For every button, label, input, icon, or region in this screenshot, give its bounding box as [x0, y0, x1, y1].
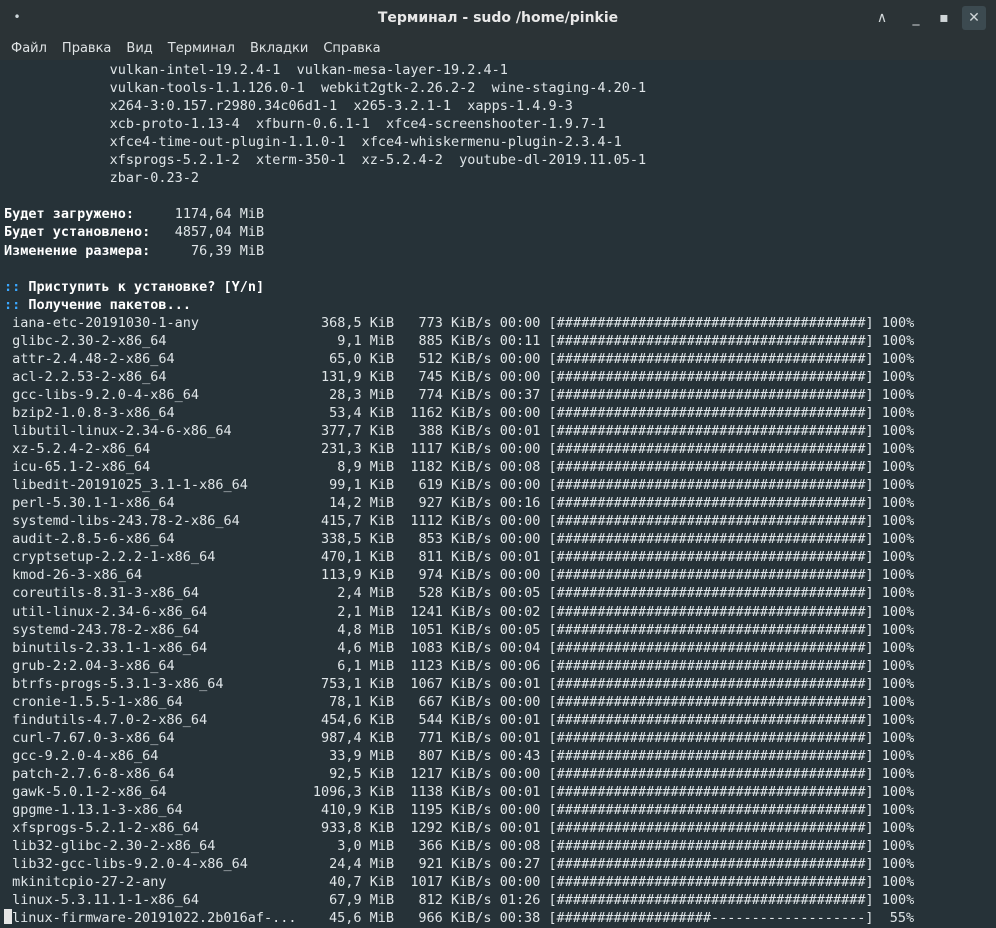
package-list-line: vulkan-intel-19.2.4-1 vulkan-mesa-layer-…: [4, 62, 508, 78]
menu-item-2[interactable]: Вид: [126, 41, 152, 56]
package-list-line: vulkan-tools-1.1.126.0-1 webkit2gtk-2.26…: [4, 80, 647, 97]
package-list-line: xcb-proto-1.13-4 xfburn-0.6.1-1 xfce4-sc…: [4, 116, 606, 133]
download-row: libedit-20191025_3.1-1-x86_64 99,1 KiB 6…: [4, 477, 915, 494]
download-row: gcc-9.2.0-4-x86_64 33,9 MiB 807 KiB/s 00…: [4, 747, 915, 764]
download-row: grub-2:2.04-3-x86_64 6,1 MiB 1123 KiB/s …: [4, 657, 915, 674]
download-row: gawk-5.0.1-2-x86_64 1096,3 KiB 1138 KiB/…: [4, 784, 915, 800]
download-row: attr-2.4.48-2-x86_64 65,0 KiB 512 KiB/s …: [4, 350, 915, 367]
download-row: perl-5.30.1-1-x86_64 14,2 MiB 927 KiB/s …: [4, 495, 915, 512]
download-row: kmod-26-3-x86_64 113,9 KiB 974 KiB/s 00:…: [4, 567, 915, 584]
download-row: curl-7.67.0-3-x86_64 987,4 KiB 771 KiB/s…: [4, 729, 915, 746]
download-row: util-linux-2.34-6-x86_64 2,1 MiB 1241 Ki…: [4, 603, 915, 620]
package-list-line: xfce4-time-out-plugin-1.1.0-1 xfce4-whis…: [4, 134, 622, 151]
prompt-line: :: Приступить к установке? [Y/n]: [4, 278, 265, 295]
download-row: lib32-glibc-2.30-2-x86_64 3,0 MiB 366 Ki…: [4, 838, 915, 855]
download-row: xz-5.2.4-2-x86_64 231,3 KiB 1117 KiB/s 0…: [4, 441, 915, 458]
download-row: cronie-1.5.5-1-x86_64 78,1 KiB 667 KiB/s…: [4, 693, 915, 710]
cursor: [4, 909, 12, 925]
maximize-button[interactable]: ▪: [932, 6, 956, 30]
download-row: audit-2.8.5-6-x86_64 338,5 KiB 853 KiB/s…: [4, 531, 915, 548]
download-row: libutil-linux-2.34-6-x86_64 377,7 KiB 38…: [4, 423, 915, 439]
package-list-line: zbar-0.23-2: [4, 170, 200, 187]
download-row: linux-firmware-20191022.2b016af-... 45,6…: [4, 909, 914, 927]
window-title: Терминал - sudo /home/pinkie: [377, 10, 619, 26]
terminal-window: • Терминал - sudo /home/pinkie ∧ _ ▪ ✕ Ф…: [0, 0, 996, 928]
menu-item-4[interactable]: Вкладки: [250, 41, 308, 56]
download-row: cryptsetup-2.2.2-1-x86_64 470,1 KiB 811 …: [4, 549, 915, 566]
menu-item-1[interactable]: Правка: [62, 41, 111, 56]
download-row: gcc-libs-9.2.0-4-x86_64 28,3 MiB 774 KiB…: [4, 386, 915, 403]
shade-button[interactable]: ∧: [870, 6, 894, 30]
package-list-line: x264-3:0.157.r2980.34c06d1-1 x265-3.2.1-…: [4, 98, 573, 115]
terminal-output[interactable]: vulkan-intel-19.2.4-1 vulkan-mesa-layer-…: [0, 61, 996, 928]
package-list-line: xfsprogs-5.2.1-2 xterm-350-1 xz-5.2.4-2 …: [4, 152, 647, 169]
menubar: Файл Правка Вид Терминал Вкладки Справка: [0, 36, 996, 60]
download-row: glibc-2.30-2-x86_64 9,1 MiB 885 KiB/s 00…: [4, 332, 915, 349]
download-row: acl-2.2.53-2-x86_64 131,9 KiB 745 KiB/s …: [4, 368, 915, 385]
menu-item-3[interactable]: Терминал: [168, 41, 235, 56]
minimize-button[interactable]: _: [904, 6, 928, 30]
summary-line: Изменение размера: 76,39 MiB: [4, 242, 265, 259]
close-button[interactable]: ✕: [962, 6, 986, 30]
prompt-line: :: Получение пакетов...: [4, 296, 191, 313]
download-row: bzip2-1.0.8-3-x86_64 53,4 KiB 1162 KiB/s…: [4, 404, 915, 421]
download-row: iana-etc-20191030-1-any 368,5 KiB 773 Ki…: [4, 314, 915, 331]
summary-line: Будет загружено: 1174,64 MiB: [4, 206, 265, 223]
menu-item-5[interactable]: Справка: [323, 41, 380, 56]
download-row: linux-5.3.11.1-1-x86_64 67,9 MiB 812 KiB…: [4, 892, 915, 909]
download-row: lib32-gcc-libs-9.2.0-4-x86_64 24,4 MiB 9…: [4, 856, 915, 873]
download-row: coreutils-8.31-3-x86_64 2,4 MiB 528 KiB/…: [4, 585, 915, 602]
window-menu-icon[interactable]: •: [12, 10, 22, 24]
download-row: systemd-243.78-2-x86_64 4,8 MiB 1051 KiB…: [4, 621, 915, 638]
download-row: btrfs-progs-5.3.1-3-x86_64 753,1 KiB 106…: [4, 675, 915, 692]
download-row: patch-2.7.6-8-x86_64 92,5 KiB 1217 KiB/s…: [4, 765, 915, 782]
download-row: mkinitcpio-27-2-any 40,7 KiB 1017 KiB/s …: [4, 874, 915, 891]
download-row: xfsprogs-5.2.1-2-x86_64 933,8 KiB 1292 K…: [4, 820, 915, 837]
download-row: systemd-libs-243.78-2-x86_64 415,7 KiB 1…: [4, 513, 915, 530]
titlebar[interactable]: • Терминал - sudo /home/pinkie ∧ _ ▪ ✕: [0, 0, 996, 36]
menu-item-0[interactable]: Файл: [11, 41, 47, 56]
download-row: icu-65.1-2-x86_64 8,9 MiB 1182 KiB/s 00:…: [4, 459, 915, 476]
download-row: gpgme-1.13.1-3-x86_64 410,9 KiB 1195 KiB…: [4, 802, 915, 819]
summary-line: Будет установлено: 4857,04 MiB: [4, 224, 265, 241]
download-row: binutils-2.33.1-1-x86_64 4,6 MiB 1083 Ki…: [4, 639, 915, 656]
download-row: findutils-4.7.0-2-x86_64 454,6 KiB 544 K…: [4, 711, 915, 728]
